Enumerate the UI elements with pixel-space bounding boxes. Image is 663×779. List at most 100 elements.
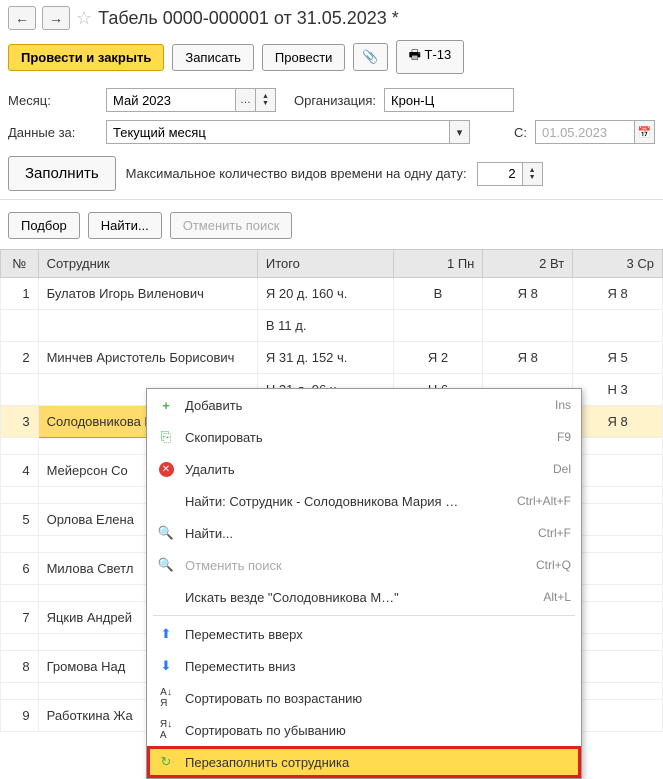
cell-day3[interactable] <box>573 487 663 504</box>
col-employee[interactable]: Сотрудник <box>38 250 257 278</box>
cell-day3[interactable] <box>573 504 663 536</box>
from-label: С: <box>514 125 527 140</box>
cell-num[interactable] <box>1 634 39 651</box>
data-for-dropdown[interactable]: ▾ <box>450 120 470 144</box>
cell-total[interactable]: Я 20 д. 160 ч. <box>257 278 393 310</box>
cell-day3[interactable] <box>573 310 663 342</box>
col-num[interactable]: № <box>1 250 39 278</box>
cell-num[interactable]: 9 <box>1 700 39 732</box>
cell-day2[interactable] <box>483 310 573 342</box>
menu-item[interactable]: ⬇Переместить вниз <box>147 650 581 682</box>
menu-label: Сортировать по убыванию <box>185 723 561 738</box>
cell-num[interactable] <box>1 585 39 602</box>
menu-item[interactable]: A↓ЯСортировать по возрастанию <box>147 682 581 714</box>
cell-day1[interactable]: Я 2 <box>393 342 483 374</box>
col-day3[interactable]: 3 Ср <box>573 250 663 278</box>
col-day2[interactable]: 2 Вт <box>483 250 573 278</box>
month-spinner[interactable]: ▲▼ <box>256 88 276 112</box>
cell-num[interactable]: 7 <box>1 602 39 634</box>
cell-day3[interactable] <box>573 585 663 602</box>
refresh-icon: ↻ <box>157 753 175 771</box>
select-button[interactable]: Подбор <box>8 212 80 239</box>
table-row[interactable]: В 11 д. <box>1 310 663 342</box>
menu-item[interactable]: +ДобавитьIns <box>147 389 581 421</box>
cell-day3[interactable] <box>573 553 663 585</box>
cell-employee[interactable]: Булатов Игорь Виленович <box>38 278 257 310</box>
from-date-input[interactable] <box>535 120 635 144</box>
back-button[interactable]: ← <box>8 6 36 30</box>
cell-num[interactable]: 3 <box>1 406 39 438</box>
menu-shortcut: Ctrl+F <box>538 526 571 540</box>
menu-item[interactable]: Искать везде "Солодовникова М…"Alt+L <box>147 581 581 613</box>
cell-num[interactable]: 8 <box>1 651 39 683</box>
save-button[interactable]: Записать <box>172 44 254 71</box>
cell-day3[interactable]: Н 3 <box>573 374 663 406</box>
month-input[interactable] <box>106 88 236 112</box>
cell-day2[interactable]: Я 8 <box>483 342 573 374</box>
cell-day2[interactable]: Я 8 <box>483 278 573 310</box>
cell-num[interactable] <box>1 683 39 700</box>
max-types-spinner[interactable]: ▲▼ <box>523 162 543 186</box>
cell-day3[interactable] <box>573 700 663 732</box>
cell-employee[interactable]: Минчев Аристотель Борисович <box>38 342 257 374</box>
menu-item[interactable]: Я↓AСортировать по убыванию <box>147 714 581 746</box>
menu-item[interactable]: Найти: Сотрудник - Солодовникова Мария …… <box>147 485 581 517</box>
cell-num[interactable] <box>1 374 39 406</box>
org-input[interactable] <box>384 88 514 112</box>
menu-shortcut: Del <box>553 462 571 476</box>
fill-button[interactable]: Заполнить <box>8 156 116 191</box>
table-row[interactable]: 1Булатов Игорь ВиленовичЯ 20 д. 160 ч.ВЯ… <box>1 278 663 310</box>
copy-icon: ⎘ <box>157 428 175 446</box>
find-button[interactable]: Найти... <box>88 212 162 239</box>
print-t13-button[interactable]: 🖶 Т-13 <box>396 40 465 74</box>
cell-employee[interactable] <box>38 310 257 342</box>
menu-shortcut: Ctrl+Q <box>536 558 571 572</box>
cell-day3[interactable] <box>573 651 663 683</box>
menu-item[interactable]: ⬆Переместить вверх <box>147 618 581 650</box>
attachment-button[interactable]: 📎 <box>353 43 387 71</box>
cell-total[interactable]: В 11 д. <box>257 310 393 342</box>
cell-day3[interactable]: Я 8 <box>573 278 663 310</box>
menu-label: Перезаполнить сотрудника <box>185 755 561 770</box>
post-button[interactable]: Провести <box>262 44 346 71</box>
cell-day3[interactable] <box>573 602 663 634</box>
org-label: Организация: <box>294 93 376 108</box>
cell-num[interactable] <box>1 487 39 504</box>
cell-total[interactable]: Я 31 д. 152 ч. <box>257 342 393 374</box>
search-icon: 🔍 <box>157 524 175 542</box>
cell-day3[interactable] <box>573 683 663 700</box>
month-select-button[interactable]: … <box>236 88 256 112</box>
max-types-label: Максимальное количество видов времени на… <box>126 166 467 181</box>
cell-num[interactable] <box>1 438 39 455</box>
cell-num[interactable]: 1 <box>1 278 39 310</box>
cell-num[interactable] <box>1 536 39 553</box>
cell-day3[interactable] <box>573 536 663 553</box>
cell-day3[interactable]: Я 8 <box>573 406 663 438</box>
forward-button[interactable]: → <box>42 6 70 30</box>
col-day1[interactable]: 1 Пн <box>393 250 483 278</box>
cell-num[interactable]: 6 <box>1 553 39 585</box>
col-total[interactable]: Итого <box>257 250 393 278</box>
cell-day3[interactable] <box>573 438 663 455</box>
menu-item[interactable]: 🔍Найти...Ctrl+F <box>147 517 581 549</box>
cell-num[interactable] <box>1 310 39 342</box>
menu-label: Отменить поиск <box>185 558 526 573</box>
menu-item[interactable]: ⎘СкопироватьF9 <box>147 421 581 453</box>
cell-day3[interactable] <box>573 455 663 487</box>
cell-day1[interactable]: В <box>393 278 483 310</box>
cell-num[interactable]: 2 <box>1 342 39 374</box>
data-for-input[interactable] <box>106 120 450 144</box>
post-and-close-button[interactable]: Провести и закрыть <box>8 44 164 71</box>
menu-label: Скопировать <box>185 430 547 445</box>
max-types-input[interactable] <box>477 162 523 186</box>
favorite-star-icon[interactable]: ☆ <box>76 8 92 29</box>
menu-item[interactable]: ↻ Перезаполнить сотрудника <box>147 746 581 778</box>
menu-item[interactable]: ✕УдалитьDel <box>147 453 581 485</box>
cell-day1[interactable] <box>393 310 483 342</box>
table-row[interactable]: 2Минчев Аристотель БорисовичЯ 31 д. 152 … <box>1 342 663 374</box>
cell-num[interactable]: 4 <box>1 455 39 487</box>
cell-day3[interactable] <box>573 634 663 651</box>
calendar-button[interactable]: 📅 <box>635 120 655 144</box>
cell-day3[interactable]: Я 5 <box>573 342 663 374</box>
cell-num[interactable]: 5 <box>1 504 39 536</box>
